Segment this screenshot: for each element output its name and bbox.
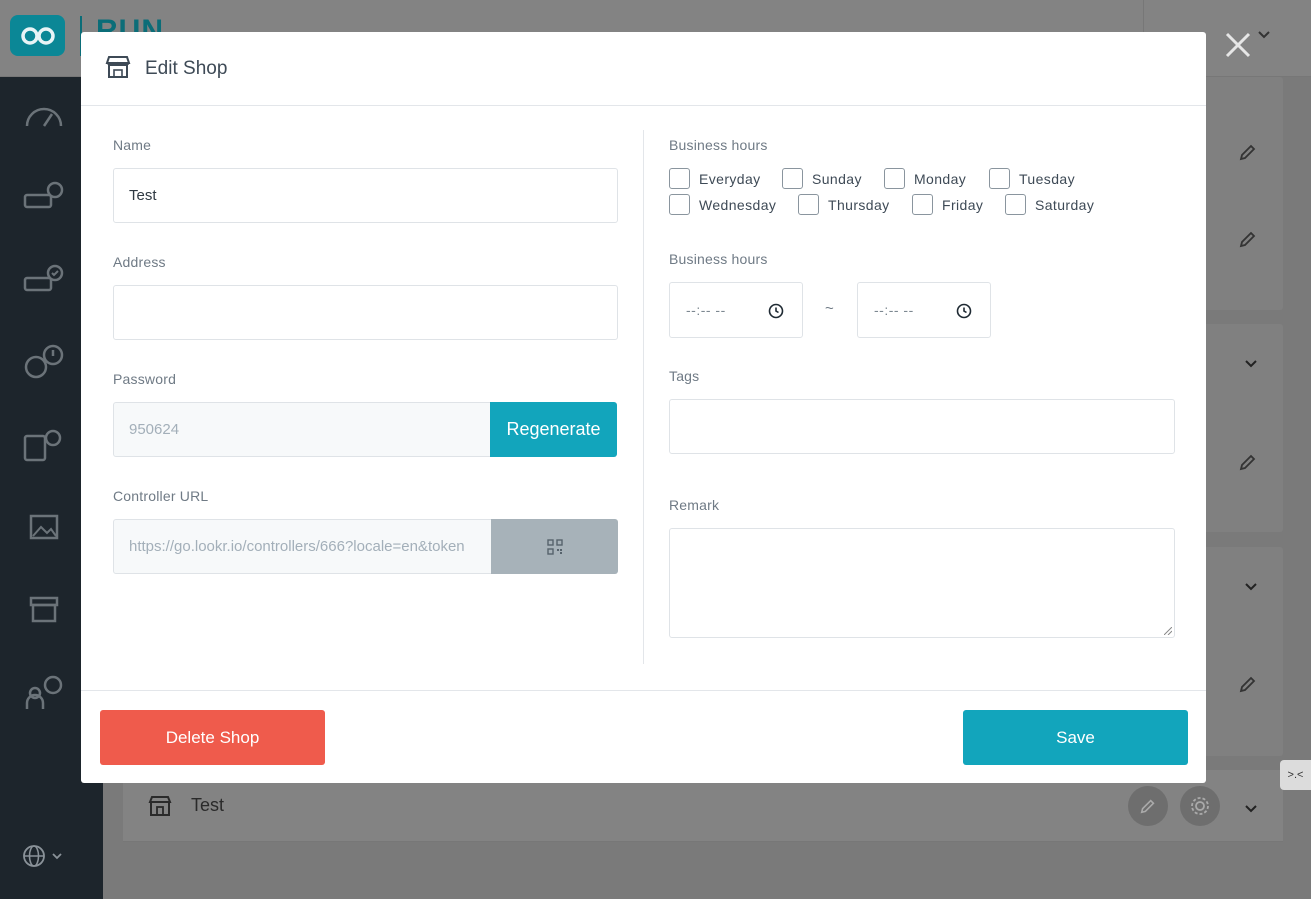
edit-shop-button[interactable] (1128, 786, 1168, 826)
business-days-label: Business hours (669, 137, 768, 153)
shop-icon (105, 56, 131, 78)
start-time-value: --:-- -- (686, 302, 726, 318)
day-label: Friday (942, 196, 984, 213)
gear-icon (1191, 797, 1209, 815)
tags-label: Tags (669, 368, 700, 384)
pencil-icon[interactable] (1238, 229, 1258, 249)
checkbox[interactable] (1005, 194, 1026, 215)
shop-row-name: Test (191, 795, 225, 815)
name-input[interactable] (113, 168, 618, 223)
day-label: Thursday (828, 196, 890, 213)
day-label: Saturday (1035, 196, 1095, 213)
chat-widget-button[interactable]: >.< (1280, 760, 1311, 790)
business-hours-label: Business hours (669, 251, 768, 267)
document-settings-icon[interactable] (20, 426, 68, 464)
qr-code-icon (546, 538, 563, 555)
dashboard-gauge-icon[interactable] (20, 96, 68, 134)
modal-title: Edit Shop (145, 58, 228, 79)
address-label: Address (113, 254, 166, 270)
brand-logo-icon[interactable] (10, 15, 65, 56)
column-divider (643, 130, 644, 664)
remark-textarea[interactable] (669, 528, 1175, 638)
globe-icon (23, 845, 45, 867)
controller-url-label: Controller URL (113, 488, 209, 504)
close-icon[interactable] (1221, 28, 1255, 62)
pencil-icon (1140, 799, 1155, 814)
device-check-icon[interactable] (20, 261, 68, 299)
checkbox[interactable] (798, 194, 819, 215)
day-checkbox-saturday[interactable]: Saturday (1005, 194, 1094, 215)
checkbox[interactable] (669, 194, 690, 215)
pencil-icon[interactable] (1238, 674, 1258, 694)
day-checkbox-everyday[interactable]: Everyday (669, 168, 761, 189)
day-label: Monday (914, 170, 967, 187)
day-label: Tuesday (1019, 170, 1075, 187)
day-checkbox-sunday[interactable]: Sunday (782, 168, 862, 189)
device-settings-icon[interactable] (20, 178, 68, 216)
pencil-icon[interactable] (1238, 142, 1258, 162)
checkbox[interactable] (669, 168, 690, 189)
archive-box-icon[interactable] (20, 590, 68, 628)
save-button[interactable]: Save (963, 710, 1188, 765)
day-checkbox-friday[interactable]: Friday (912, 194, 983, 215)
edit-shop-modal: Edit Shop Name Address Password Regenera… (81, 32, 1206, 783)
remark-label: Remark (669, 497, 720, 513)
chevron-down-icon[interactable] (1243, 800, 1259, 816)
modal-header: Edit Shop (81, 32, 1206, 106)
resize-handle-icon[interactable] (1164, 627, 1172, 635)
password-input (113, 402, 491, 457)
day-checkbox-wednesday[interactable]: Wednesday (669, 194, 776, 215)
checkbox[interactable] (884, 168, 905, 189)
end-time-input[interactable]: --:-- -- (857, 282, 991, 338)
controller-url-input (113, 519, 492, 574)
chevron-down-icon[interactable] (1243, 355, 1259, 371)
day-checkbox-tuesday[interactable]: Tuesday (989, 168, 1075, 189)
address-input[interactable] (113, 285, 618, 340)
shop-settings-button[interactable] (1180, 786, 1220, 826)
chevron-down-icon (52, 853, 62, 860)
time-range-separator: ~ (825, 300, 834, 317)
shop-icon (148, 796, 172, 816)
checkbox[interactable] (989, 168, 1010, 189)
modal-footer-divider (81, 690, 1206, 691)
day-label: Wednesday (699, 196, 777, 213)
day-checkbox-monday[interactable]: Monday (884, 168, 966, 189)
clock-icon[interactable] (956, 303, 972, 319)
checkbox[interactable] (912, 194, 933, 215)
alert-gauge-icon[interactable] (20, 343, 68, 381)
image-icon[interactable] (20, 508, 68, 546)
end-time-value: --:-- -- (874, 302, 914, 318)
day-checkbox-thursday[interactable]: Thursday (798, 194, 890, 215)
password-label: Password (113, 371, 177, 387)
day-label: Everyday (699, 170, 761, 187)
tags-input[interactable] (669, 399, 1175, 454)
day-label: Sunday (812, 170, 862, 187)
qr-code-button[interactable] (491, 519, 618, 574)
chevron-down-icon[interactable] (1254, 24, 1274, 44)
start-time-input[interactable]: --:-- -- (669, 282, 803, 338)
clock-icon[interactable] (768, 303, 784, 319)
language-selector[interactable] (22, 843, 72, 869)
user-settings-icon[interactable] (20, 673, 68, 711)
delete-shop-button[interactable]: Delete Shop (100, 710, 325, 765)
pencil-icon[interactable] (1238, 452, 1258, 472)
regenerate-button[interactable]: Regenerate (490, 402, 617, 457)
chevron-down-icon[interactable] (1243, 578, 1259, 594)
name-label: Name (113, 137, 152, 153)
checkbox[interactable] (782, 168, 803, 189)
